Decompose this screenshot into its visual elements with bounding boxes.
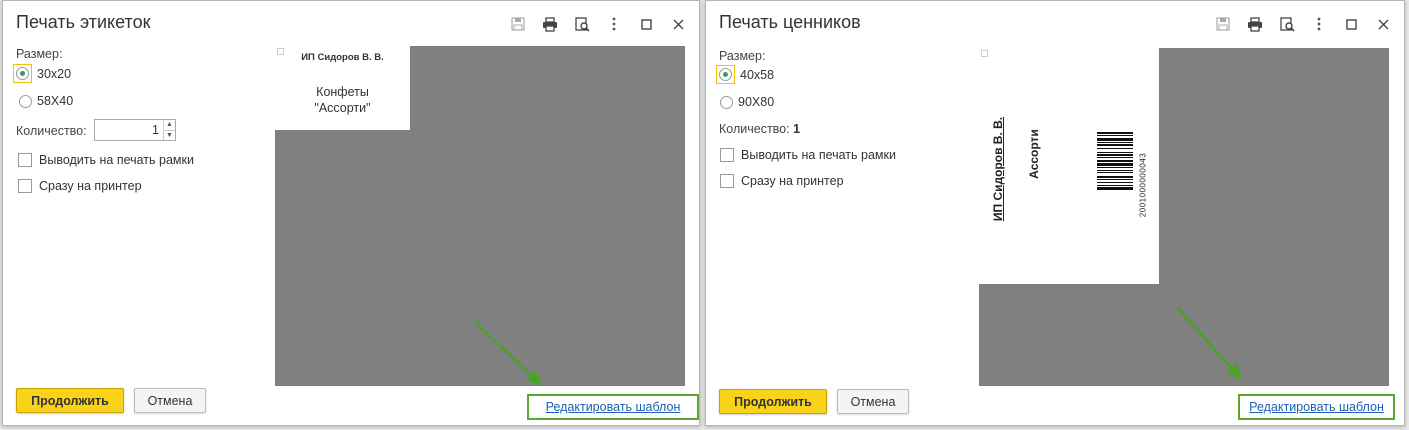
size-option-label: 40x58 [740, 67, 775, 82]
checkbox-label: Сразу на принтер [39, 179, 142, 193]
dialog-title: Печать ценников [719, 12, 861, 32]
checkbox-box[interactable] [18, 179, 32, 193]
barcode-digits: 2001000000043 [1138, 152, 1148, 218]
cancel-button[interactable]: Отмена [837, 389, 909, 414]
size-option-label: 58X40 [37, 94, 74, 108]
size-option-30x20[interactable]: 30x20 [13, 64, 71, 83]
quantity-label: Количество: [16, 124, 87, 138]
price-tag-preview-sheet: ИП Сидоров В. В. Ассорти 2001000000043 [979, 48, 1159, 284]
cancel-button[interactable]: Отмена [134, 388, 206, 413]
radio-focus-frame [716, 65, 735, 84]
continue-button[interactable]: Продолжить [719, 389, 827, 414]
save-icon[interactable] [507, 13, 529, 35]
edit-template-highlight: Редактировать шаблон [1238, 394, 1395, 420]
print-icon[interactable] [539, 13, 561, 35]
stepper-arrows: ▲ ▼ [163, 120, 175, 140]
quantity-stepper[interactable]: ▲ ▼ [94, 119, 176, 141]
size-label: Размер: [16, 47, 63, 61]
checkbox-label: Выводить на печать рамки [741, 148, 896, 162]
radio-focus-frame [13, 64, 32, 83]
radio-icon[interactable] [720, 95, 733, 109]
barcode-icon [1097, 132, 1133, 190]
window-toolbar [1212, 13, 1394, 35]
price-tag-product: Ассорти [1027, 129, 1041, 179]
label-preview-sheet: ИП Сидоров В. В. Конфеты "Ассорти" [275, 46, 410, 130]
radio-selected-icon[interactable] [719, 68, 732, 81]
decrement-arrow-icon[interactable]: ▼ [164, 129, 175, 141]
more-menu-icon[interactable] [603, 13, 625, 35]
price-tag-seller: ИП Сидоров В. В. [991, 116, 1005, 222]
size-option-label: 30x20 [37, 66, 72, 81]
sheet-corner-mark [981, 50, 988, 57]
checkbox-box[interactable] [720, 174, 734, 188]
size-option-40x58[interactable]: 40x58 [716, 65, 774, 84]
direct-print-checkbox[interactable]: Сразу на принтер [720, 174, 844, 188]
label-seller: ИП Сидоров В. В. [301, 52, 384, 63]
edit-template-link[interactable]: Редактировать шаблон [1249, 400, 1384, 414]
continue-button[interactable]: Продолжить [16, 388, 124, 413]
edit-template-link[interactable]: Редактировать шаблон [546, 400, 681, 414]
maximize-icon[interactable] [635, 13, 657, 35]
checkbox-box[interactable] [720, 148, 734, 162]
checkbox-label: Сразу на принтер [741, 174, 844, 188]
size-option-90x80[interactable]: 90X80 [720, 95, 774, 109]
dialog-title: Печать этикеток [16, 12, 151, 32]
window-toolbar [507, 13, 689, 35]
more-menu-icon[interactable] [1308, 13, 1330, 35]
size-option-label: 90X80 [738, 95, 775, 109]
quantity-value: 1 [793, 122, 801, 136]
quantity-label: Количество: 1 [719, 122, 800, 136]
quantity-caption: Количество: [719, 122, 790, 136]
direct-print-checkbox[interactable]: Сразу на принтер [18, 179, 142, 193]
close-icon[interactable] [1372, 13, 1394, 35]
edit-template-highlight: Редактировать шаблон [527, 394, 699, 420]
label-product-line1: Конфеты [316, 85, 369, 99]
close-icon[interactable] [667, 13, 689, 35]
print-price-tags-dialog: Печать ценников Размер: 40x58 90X80 Коли… [705, 0, 1405, 426]
quantity-input[interactable] [95, 120, 163, 140]
save-icon[interactable] [1212, 13, 1234, 35]
print-icon[interactable] [1244, 13, 1266, 35]
print-labels-dialog: Печать этикеток Размер: 30x20 58X40 Коли… [2, 0, 700, 426]
label-preview-area: ИП Сидоров В. В. Конфеты "Ассорти" [275, 46, 685, 386]
maximize-icon[interactable] [1340, 13, 1362, 35]
print-frames-checkbox[interactable]: Выводить на печать рамки [18, 153, 194, 167]
size-label: Размер: [719, 49, 766, 63]
checkbox-box[interactable] [18, 153, 32, 167]
increment-arrow-icon[interactable]: ▲ [164, 120, 175, 130]
label-product-line2: "Ассорти" [314, 101, 371, 115]
checkbox-label: Выводить на печать рамки [39, 153, 194, 167]
radio-icon[interactable] [19, 94, 32, 108]
print-frames-checkbox[interactable]: Выводить на печать рамки [720, 148, 896, 162]
price-tag-preview-area: ИП Сидоров В. В. Ассорти 2001000000043 [979, 48, 1389, 386]
preview-icon[interactable] [571, 13, 593, 35]
radio-selected-icon[interactable] [16, 67, 29, 80]
preview-icon[interactable] [1276, 13, 1298, 35]
size-option-58x40[interactable]: 58X40 [19, 94, 73, 108]
